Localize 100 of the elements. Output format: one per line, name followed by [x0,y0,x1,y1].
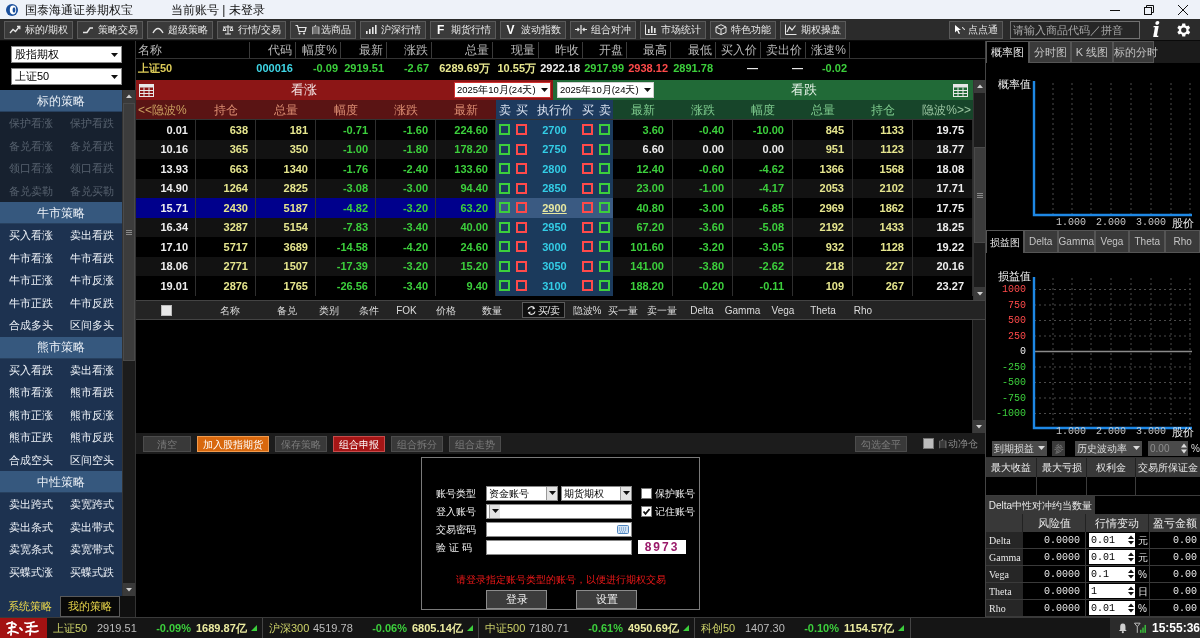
checkbox[interactable] [516,221,527,233]
checkbox[interactable] [499,202,510,214]
checkbox[interactable] [582,124,593,136]
checkbox[interactable] [516,124,527,136]
toolbar-button[interactable]: 沪深行情 [359,20,426,39]
strike-price[interactable]: 2750 [530,139,579,159]
option-row[interactable]: 16.34 3287 5154 -7.83 -3.40 40.00 2950 67.20 -3.60 -5.08 2192 1433 18.25 [136,217,973,237]
scrollbar[interactable] [972,320,985,433]
toolbar-button[interactable]: 特色功能 [709,20,776,39]
option-row[interactable]: 18.06 2771 1507 -17.39 -3.20 15.20 3050 141.00 -3.80 -2.62 218 227 20.16 [136,256,973,276]
keyboard-icon[interactable] [617,524,629,534]
dropdown[interactable]: 期货期权 [561,485,632,501]
bell-icon[interactable] [1118,622,1128,634]
toolbar-button[interactable]: 期权操盘 [779,20,846,39]
dropdown[interactable]: 历史波动率 [1075,440,1142,456]
toolbar-button[interactable]: 标的/期权 [4,20,73,39]
chart-tab[interactable]: 损益图 [986,230,1024,253]
strike-price[interactable]: 3000 [530,237,579,257]
checkbox[interactable] [499,163,510,175]
table-icon[interactable] [953,83,968,97]
strategy-tab[interactable]: 系统策略 [0,596,60,617]
strike-price[interactable]: 3100 [530,276,579,296]
strike-price[interactable]: 2850 [530,178,579,198]
scroll-down-icon[interactable] [974,287,986,300]
option-row[interactable]: 10.16 365 350 -1.00 -1.80 178.20 2750 6.60 0.00 0.00 951 1123 18.77 [136,139,973,159]
spinner-arrows-icon[interactable] [1128,569,1134,579]
spin-field[interactable]: 0.01 [1089,550,1135,564]
buy-sell-toggle[interactable]: 买/卖 [521,302,566,318]
info-button[interactable]: i [1152,19,1160,40]
option-row[interactable]: 14.90 1264 2825 -3.08 -3.00 94.40 2850 23.00 -1.00 -4.17 2053 2102 17.71 [136,178,973,198]
strike-price[interactable]: 2950 [530,217,579,237]
dropdown[interactable]: 上证50 [11,68,122,85]
checkbox[interactable] [582,280,593,292]
search-field[interactable]: 请输入商品代码／拼音 [1010,20,1141,39]
checkbox[interactable] [499,280,510,292]
checkbox[interactable] [582,260,593,272]
checkbox[interactable] [499,260,510,272]
checkbox[interactable] [582,143,593,155]
chart-tab[interactable]: Vega [1094,230,1130,253]
checkbox[interactable] [599,143,610,155]
close-icon[interactable] [1178,4,1188,15]
action-button[interactable]: 组合申报 [333,435,385,452]
checkbox[interactable] [516,241,527,253]
quick-button[interactable]: 点点通 [949,20,1004,39]
checkbox[interactable] [641,487,652,499]
checkbox[interactable] [499,221,510,233]
checkbox[interactable] [599,260,610,272]
scroll-down-icon[interactable] [973,420,985,433]
checkbox[interactable] [516,202,527,214]
strike-price[interactable]: 2700 [530,120,579,140]
chart-tab[interactable]: Delta [1023,230,1058,253]
checkbox[interactable] [516,260,527,272]
scrollbar-thumb[interactable] [974,147,986,243]
scrollbar[interactable] [122,90,135,596]
checkbox[interactable] [516,182,527,194]
login-button[interactable]: 登录 [486,590,547,609]
toolbar-button[interactable]: 超级策略 [146,20,213,39]
checkbox[interactable] [161,304,172,316]
toolbar-button[interactable]: 策略交易 [76,20,143,39]
checkbox[interactable] [599,163,610,175]
checkbox[interactable] [582,182,593,194]
checkbox[interactable] [599,280,610,292]
chart-tab[interactable]: Theta [1129,230,1166,253]
checkbox[interactable] [599,202,610,214]
checkbox[interactable] [516,143,527,155]
spin-field[interactable]: 0.01 [1089,601,1135,615]
checkbox[interactable] [599,241,610,253]
spin-field[interactable]: 0.01 [1089,533,1135,547]
checkbox[interactable] [599,182,610,194]
checkbox[interactable] [599,221,610,233]
toolbar-button[interactable]: 组合对冲 [569,20,636,39]
password-field[interactable] [486,521,632,537]
spin-field[interactable]: 0.1 [1089,567,1135,581]
checkbox[interactable] [641,505,652,517]
checkbox[interactable] [582,241,593,253]
strike-price[interactable]: 2900 [530,198,579,218]
checkbox[interactable] [582,221,593,233]
checkbox[interactable] [499,124,510,136]
checkbox[interactable] [923,438,934,449]
expiry-dropdown[interactable]: 2025年10月(24天) [454,82,551,98]
chart-tab[interactable]: K 线图 [1071,41,1113,63]
chart-tab[interactable]: Rho [1165,230,1200,253]
toolbar-button[interactable]: 市场统计 [639,20,706,39]
checkbox[interactable] [582,202,593,214]
dropdown[interactable] [486,503,632,519]
checkbox[interactable] [499,241,510,253]
spinner-arrows-icon[interactable] [1128,552,1134,562]
action-button[interactable]: 加入股指期货 [197,435,269,452]
spinner-arrows-icon[interactable] [1128,535,1134,545]
spinner-arrows-icon[interactable] [1128,603,1134,613]
table-icon[interactable] [139,83,154,97]
scroll-down-icon[interactable] [123,583,135,596]
strike-price[interactable]: 2800 [530,159,579,179]
dropdown[interactable]: 股指期权 [11,46,122,63]
chart-tab[interactable]: Gamma [1057,230,1095,253]
captcha-field[interactable] [486,539,632,555]
spinner-arrows-icon[interactable] [1181,442,1187,454]
checkbox[interactable] [599,124,610,136]
scrollbar-thumb[interactable] [123,103,135,361]
toolbar-button[interactable]: 自选商品 [289,20,356,39]
